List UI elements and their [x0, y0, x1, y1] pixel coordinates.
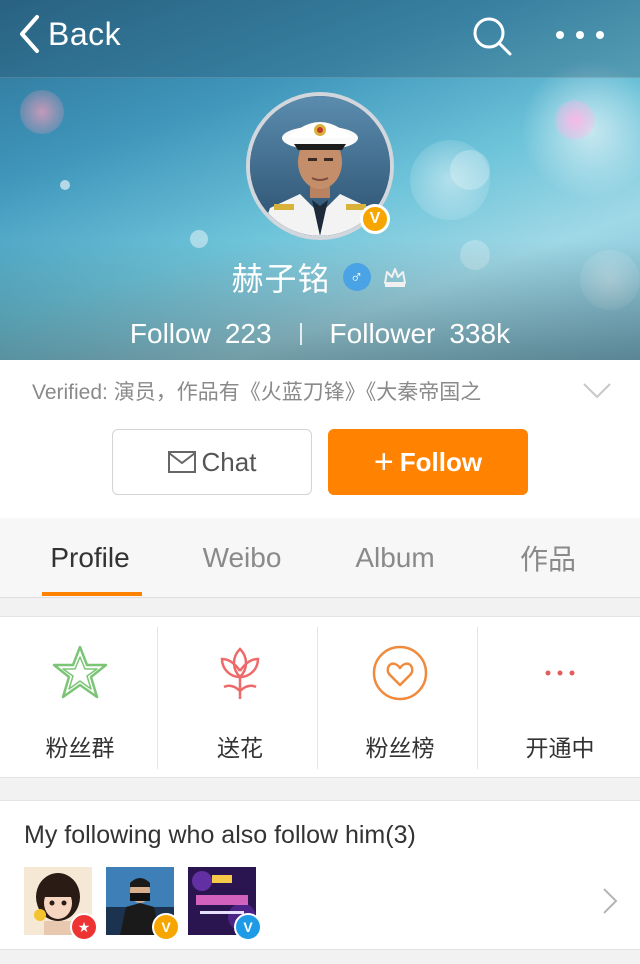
- bokeh-light: [20, 90, 64, 134]
- feature-fan-ranking[interactable]: 粉丝榜: [320, 617, 480, 779]
- mutual-avatar-list: ★ V V: [24, 867, 270, 941]
- feature-grid: 粉丝群 送花 粉丝榜 开通中: [0, 616, 640, 778]
- active-tab-indicator: [42, 592, 142, 596]
- male-icon: ♂: [342, 263, 371, 291]
- profile-name: 赫子铭: [231, 261, 331, 297]
- profile-header: Back V 赫子铭 ♂ Follow 223 Follower 338k: [0, 0, 640, 360]
- badge-icon: V: [234, 913, 262, 941]
- crown-icon[interactable]: [381, 263, 409, 291]
- verified-text: Verified: 演员，作品有《火蓝刀锋》《大秦帝国之: [32, 381, 482, 404]
- bokeh-light: [450, 150, 490, 190]
- divider: [477, 627, 478, 769]
- verified-badge: V: [360, 204, 390, 234]
- section-title: My following who also follow him(3): [24, 821, 416, 849]
- verified-info[interactable]: Verified: 演员，作品有《火蓝刀锋》《大秦帝国之: [0, 360, 640, 422]
- follow-button[interactable]: + Follow: [328, 429, 528, 495]
- divider: [157, 627, 158, 769]
- chevron-down-icon[interactable]: [582, 382, 612, 400]
- flower-icon: [220, 647, 260, 699]
- star-icon: [52, 645, 108, 699]
- mutual-following-section[interactable]: My following who also follow him(3) ★ V …: [0, 800, 640, 950]
- following-count[interactable]: Follow 223: [130, 318, 272, 350]
- follower-count[interactable]: Follower 338k: [330, 318, 511, 350]
- plus-icon: +: [373, 443, 394, 481]
- name-row: 赫子铭 ♂: [0, 255, 640, 299]
- follower-label: Follower: [329, 318, 436, 349]
- dot: [556, 31, 564, 39]
- follow-label: Follow: [129, 318, 211, 349]
- stats-divider: [299, 323, 302, 345]
- top-nav-bar: Back: [0, 0, 640, 78]
- follow-button-label: Follow: [399, 446, 483, 477]
- dot: [596, 31, 604, 39]
- mutual-user-avatar[interactable]: ★: [24, 867, 98, 941]
- badge-icon: V: [152, 913, 180, 941]
- chat-button[interactable]: Chat: [112, 429, 312, 495]
- more-dots-icon[interactable]: [552, 20, 608, 50]
- chevron-right-icon[interactable]: [602, 887, 618, 915]
- tab-weibo[interactable]: Weibo: [162, 518, 322, 598]
- follower-count-value: 338k: [449, 318, 511, 349]
- mutual-user-avatar[interactable]: V: [188, 867, 262, 941]
- tab-album[interactable]: Album: [315, 518, 475, 598]
- search-icon[interactable]: [470, 14, 514, 58]
- feature-fan-group[interactable]: 粉丝群: [0, 617, 160, 779]
- chevron-left-icon: [20, 15, 39, 53]
- bokeh-light: [555, 100, 595, 140]
- feature-send-flowers[interactable]: 送花: [160, 617, 320, 779]
- mail-icon: [167, 451, 196, 473]
- divider: [317, 627, 318, 769]
- feature-label: 送花: [217, 735, 263, 761]
- feature-activating[interactable]: 开通中: [480, 617, 640, 779]
- back-button[interactable]: Back: [18, 12, 121, 56]
- follow-count-value: 223: [224, 318, 272, 349]
- heart-circle-icon: [372, 645, 428, 701]
- back-label: Back: [48, 15, 122, 52]
- bokeh-light: [60, 180, 70, 190]
- profile-avatar[interactable]: V: [246, 92, 394, 240]
- mutual-user-avatar[interactable]: V: [106, 867, 180, 941]
- dots-icon: [545, 670, 575, 676]
- feature-label: 粉丝群: [45, 735, 115, 761]
- badge-icon: ★: [70, 913, 98, 941]
- dot: [576, 31, 584, 39]
- chat-label: Chat: [201, 446, 257, 477]
- tab-profile[interactable]: Profile: [10, 518, 170, 598]
- action-buttons: Chat + Follow: [0, 422, 640, 518]
- tab-works[interactable]: 作品: [468, 518, 628, 598]
- feature-label: 粉丝榜: [365, 735, 435, 761]
- stats-row: Follow 223 Follower 338k: [0, 312, 640, 356]
- feature-label: 开通中: [525, 735, 595, 761]
- profile-tabs: Profile Weibo Album 作品: [0, 518, 640, 598]
